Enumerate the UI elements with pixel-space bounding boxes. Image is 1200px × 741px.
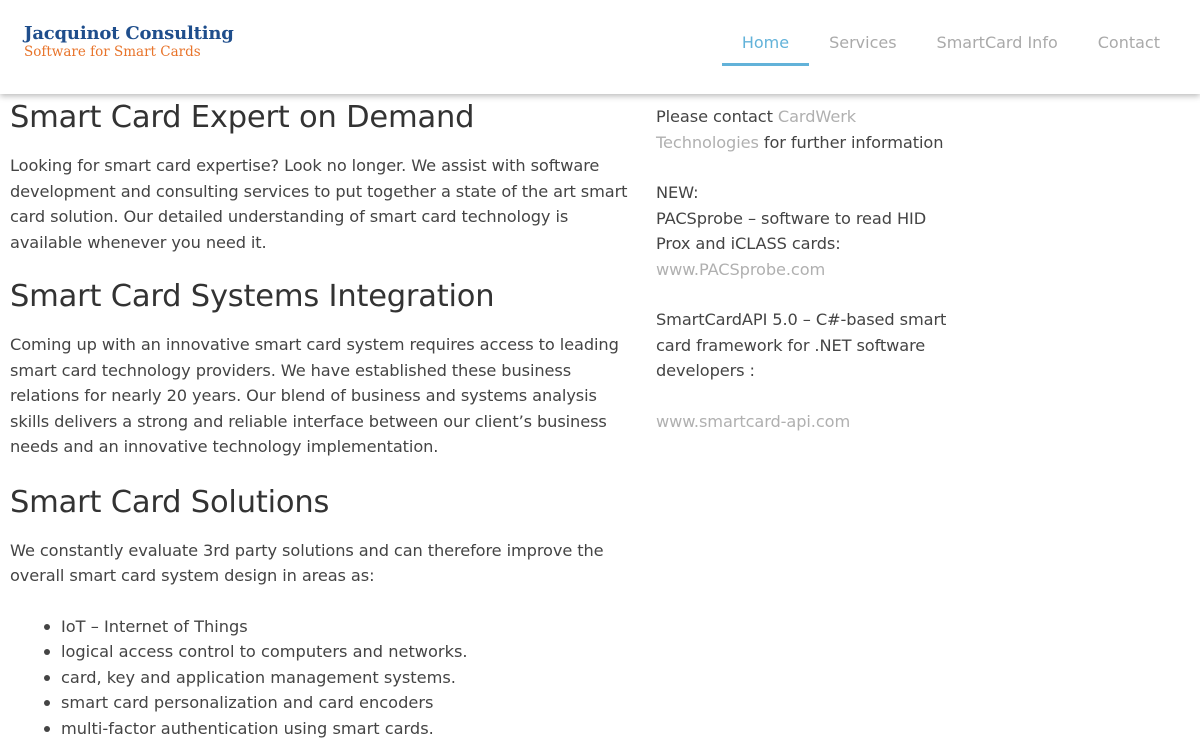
nav-services[interactable]: Services bbox=[809, 0, 916, 66]
contact-suffix: for further information bbox=[764, 133, 944, 152]
list-item-text: logical access control to computers and … bbox=[61, 642, 468, 661]
list-item-text: multi-factor authentication using smart … bbox=[61, 719, 434, 738]
pacsprobe-text: PACSprobe – software to read HID Prox an… bbox=[656, 206, 956, 257]
heading-solutions: Smart Card Solutions bbox=[10, 483, 640, 523]
list-item-text: smart card personalization and card enco… bbox=[61, 693, 433, 712]
smartcardapi-link[interactable]: www.smartcard-api.com bbox=[656, 412, 850, 431]
bullet-icon bbox=[44, 675, 50, 681]
bullet-icon bbox=[44, 726, 50, 732]
heading-systems-integration: Smart Card Systems Integration bbox=[10, 277, 640, 317]
nav-smartcard-info[interactable]: SmartCard Info bbox=[917, 0, 1078, 66]
bullet-icon bbox=[44, 649, 50, 655]
site-header: Jacquinot Consulting Software for Smart … bbox=[0, 0, 1200, 94]
bullet-icon bbox=[44, 700, 50, 706]
list-item: smart card personalization and card enco… bbox=[44, 690, 640, 716]
paragraph-systems-integration: Coming up with an innovative smart card … bbox=[10, 332, 640, 460]
list-item: IoT – Internet of Things bbox=[44, 614, 640, 640]
main-content: Smart Card Expert on Demand Looking for … bbox=[10, 96, 640, 741]
paragraph-expert-on-demand: Looking for smart card expertise? Look n… bbox=[10, 153, 640, 255]
main-nav: Home Services SmartCard Info Contact bbox=[722, 0, 1180, 94]
list-item-text: IoT – Internet of Things bbox=[61, 617, 248, 636]
logo[interactable]: Jacquinot Consulting Software for Smart … bbox=[24, 23, 234, 61]
paragraph-solutions: We constantly evaluate 3rd party solutio… bbox=[10, 538, 640, 589]
smartcardapi-text: SmartCardAPI 5.0 – C#-based smart card f… bbox=[656, 307, 956, 384]
nav-home[interactable]: Home bbox=[722, 0, 809, 66]
sidebar: Please contact CardWerk Technologies for… bbox=[656, 104, 956, 434]
pacsprobe-link-line: www.PACSprobe.com bbox=[656, 257, 956, 283]
solutions-list: IoT – Internet of Things logical access … bbox=[44, 614, 640, 741]
list-item: multi-factor authentication using smart … bbox=[44, 716, 640, 741]
pacsprobe-link[interactable]: www.PACSprobe.com bbox=[656, 260, 825, 279]
contact-note: Please contact CardWerk Technologies for… bbox=[656, 104, 956, 155]
logo-title: Jacquinot Consulting bbox=[24, 23, 234, 44]
list-item: card, key and application management sys… bbox=[44, 665, 640, 691]
list-item-text: card, key and application management sys… bbox=[61, 668, 456, 687]
new-label: NEW: bbox=[656, 180, 956, 206]
bullet-icon bbox=[44, 624, 50, 630]
logo-subtitle: Software for Smart Cards bbox=[24, 44, 234, 61]
list-item: logical access control to computers and … bbox=[44, 639, 640, 665]
smartcardapi-link-line: www.smartcard-api.com bbox=[656, 409, 956, 435]
nav-contact[interactable]: Contact bbox=[1078, 0, 1180, 66]
contact-prefix: Please contact bbox=[656, 107, 773, 126]
heading-expert-on-demand: Smart Card Expert on Demand bbox=[10, 98, 640, 138]
